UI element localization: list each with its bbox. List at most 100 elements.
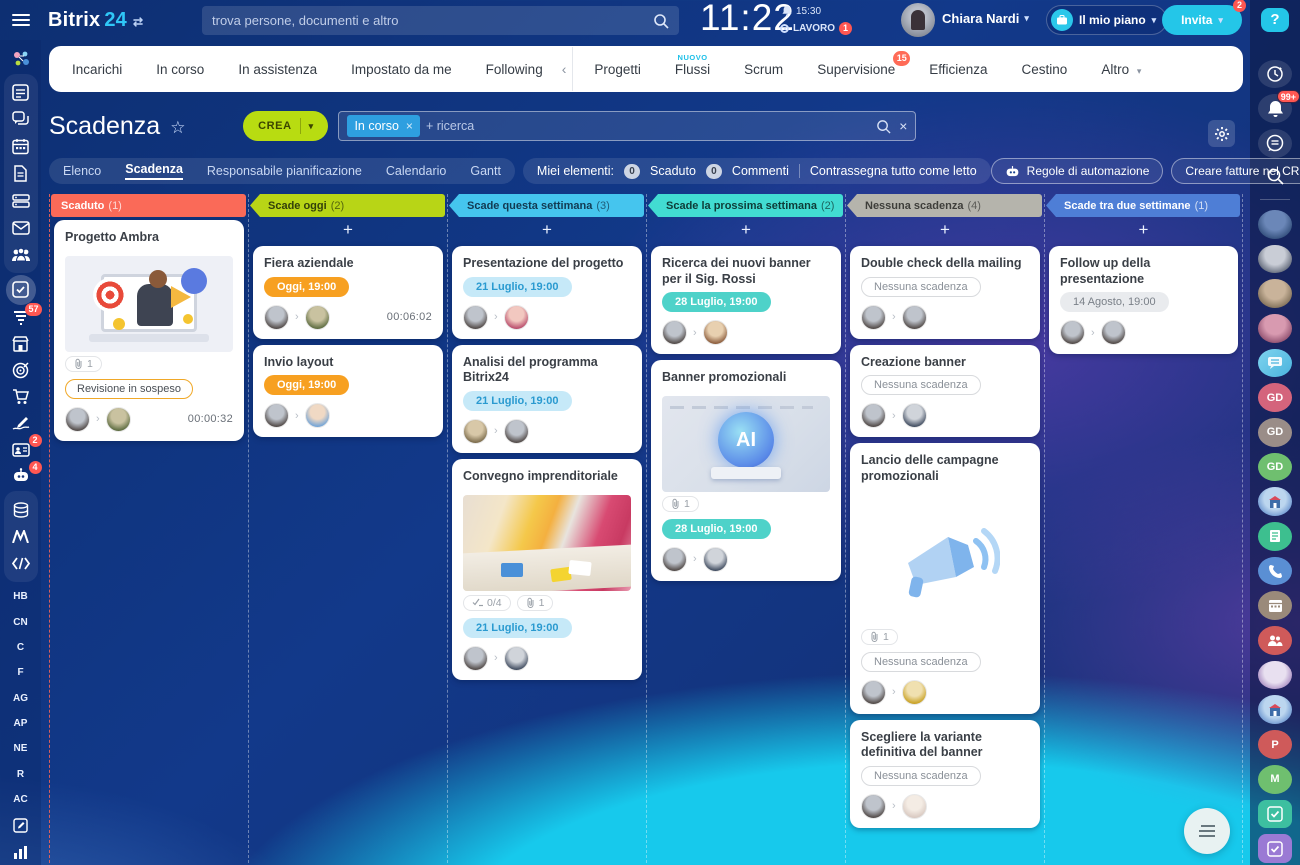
creator-avatar[interactable]: [463, 305, 488, 330]
task-card[interactable]: Convegno imprenditoriale 0/4 1: [452, 459, 642, 680]
tab-efficienza[interactable]: Efficienza: [912, 62, 1004, 77]
task-card[interactable]: Lancio delle campagne promozionali: [850, 443, 1040, 713]
sidebar-item-feed[interactable]: [6, 79, 36, 106]
chat-avatar[interactable]: GD: [1258, 453, 1292, 482]
assignee-avatar[interactable]: [902, 680, 927, 705]
tab-following[interactable]: Following: [469, 62, 560, 77]
view-tab-calendario[interactable]: Calendario: [386, 164, 446, 178]
assignee-avatar[interactable]: [106, 407, 131, 432]
overdue-label[interactable]: Scaduto: [650, 164, 696, 178]
sidebar-item-mail[interactable]: [6, 214, 36, 241]
sidebar-item-reports[interactable]: [6, 839, 36, 865]
sidebar-item-messenger[interactable]: [6, 106, 36, 133]
deadline-badge[interactable]: 14 Agosto, 19:00: [1060, 292, 1169, 312]
deadline-badge[interactable]: Nessuna scadenza: [861, 652, 981, 672]
deadline-badge[interactable]: 21 Luglio, 19:00: [463, 391, 572, 411]
assignee-avatar[interactable]: [504, 646, 529, 671]
menu-icon[interactable]: [12, 14, 30, 26]
create-button[interactable]: CREA ▾: [243, 111, 328, 141]
search-icon[interactable]: [876, 119, 891, 134]
assignee-avatar[interactable]: [504, 305, 529, 330]
chat-avatar-company[interactable]: [1258, 487, 1292, 516]
chat-avatar-company[interactable]: [1258, 695, 1292, 724]
creator-avatar[interactable]: [861, 403, 886, 428]
column-header[interactable]: Nessuna scadenza (4): [847, 194, 1042, 217]
sidebar-item-devops[interactable]: [6, 550, 36, 577]
column-header[interactable]: Scade la prossima settimana (2): [648, 194, 843, 217]
sidebar-item-market[interactable]: [6, 523, 36, 550]
sidebar-item-ac[interactable]: AC: [13, 787, 27, 812]
deadline-badge[interactable]: Nessuna scadenza: [861, 277, 981, 297]
assignee-avatar[interactable]: [703, 320, 728, 345]
chat-avatar[interactable]: GD: [1258, 383, 1292, 412]
chevron-left-icon[interactable]: ‹: [560, 61, 569, 77]
create-invoices-button[interactable]: Creare fatture nel CRM ▾: [1171, 158, 1300, 184]
chat-avatar-hr[interactable]: [1258, 626, 1292, 655]
column-header[interactable]: Scade questa settimana (3): [449, 194, 644, 217]
task-card[interactable]: Analisi del programma Bitrix24 21 Luglio…: [452, 345, 642, 453]
status-badge[interactable]: Revisione in sospeso: [65, 379, 193, 399]
clear-search-icon[interactable]: ×: [899, 118, 907, 134]
view-tab-gantt[interactable]: Gantt: [470, 164, 501, 178]
sidebar-item-notes[interactable]: [6, 812, 36, 838]
sidebar-item-shop[interactable]: [6, 331, 36, 357]
sidebar-item-drive[interactable]: [6, 187, 36, 214]
chat-avatar[interactable]: P: [1258, 730, 1292, 759]
chat-avatar[interactable]: GD: [1258, 418, 1292, 447]
tab-incarichi[interactable]: Incarichi: [55, 62, 139, 77]
chat-avatar-calendar[interactable]: [1258, 591, 1292, 620]
sidebar-item-copilot[interactable]: 4: [6, 463, 36, 489]
sidebar-item-groups[interactable]: [6, 241, 36, 268]
column-header[interactable]: Scaduto (1): [51, 194, 246, 217]
assignee-avatar[interactable]: [305, 305, 330, 330]
add-task-button[interactable]: +: [448, 217, 646, 243]
board-menu-button[interactable]: [1184, 808, 1230, 854]
creator-avatar[interactable]: [463, 646, 488, 671]
sidebar-item-cn[interactable]: CN: [13, 609, 27, 634]
chat-avatar[interactable]: [1258, 245, 1292, 274]
app-logo[interactable]: Bitrix24 ⇄: [48, 9, 143, 32]
deadline-badge[interactable]: Nessuna scadenza: [861, 375, 981, 395]
assignee-avatar[interactable]: [902, 403, 927, 428]
task-card[interactable]: Invio layout Oggi, 19:00 ›: [253, 345, 443, 438]
global-search-input[interactable]: [212, 13, 653, 28]
sidebar-item-ag[interactable]: AG: [13, 685, 28, 710]
deadline-badge[interactable]: 21 Luglio, 19:00: [463, 618, 572, 638]
tab-impostato-da-me[interactable]: Impostato da me: [334, 62, 469, 77]
chat-button[interactable]: [1258, 129, 1292, 158]
sidebar-item-f[interactable]: F: [17, 660, 23, 685]
deadline-badge[interactable]: 21 Luglio, 19:00: [463, 277, 572, 297]
view-tab-elenco[interactable]: Elenco: [63, 164, 101, 178]
sidebar-item-contact-center[interactable]: 2: [6, 436, 36, 462]
view-tab-scadenza[interactable]: Scadenza: [125, 162, 183, 180]
tab-in-corso[interactable]: In corso: [139, 62, 221, 77]
task-card[interactable]: Creazione banner Nessuna scadenza ›: [850, 345, 1040, 438]
sidebar-item-hb[interactable]: HB: [13, 584, 27, 609]
creator-avatar[interactable]: [662, 547, 687, 572]
assignee-avatar[interactable]: [305, 403, 330, 428]
task-card[interactable]: Presentazione del progetto 21 Luglio, 19…: [452, 246, 642, 339]
assignee-avatar[interactable]: [902, 305, 927, 330]
comments-label[interactable]: Commenti: [732, 164, 789, 178]
task-card[interactable]: Progetto Ambra 1 Revisione in sospeso: [54, 220, 244, 441]
assignee-avatar[interactable]: [703, 547, 728, 572]
sidebar-item-calendar[interactable]: [6, 133, 36, 160]
settings-gear-icon[interactable]: [1208, 120, 1235, 147]
sidebar-item-collab[interactable]: [6, 46, 36, 72]
task-card[interactable]: Banner promozionali AI 1 28 Luglio, 19:0…: [651, 360, 841, 581]
creator-avatar[interactable]: [65, 407, 90, 432]
close-icon[interactable]: ×: [406, 119, 413, 133]
sidebar-item-sign[interactable]: [6, 410, 36, 436]
column-header[interactable]: Scade oggi (2): [250, 194, 445, 217]
view-tab-responsabile[interactable]: Responsabile pianificazione: [207, 164, 362, 178]
add-task-button[interactable]: +: [249, 217, 447, 243]
tab-scrum[interactable]: Scrum: [727, 62, 800, 77]
help-button[interactable]: ?: [1261, 8, 1289, 32]
sidebar-item-c[interactable]: C: [17, 635, 24, 660]
deadline-badge[interactable]: Oggi, 19:00: [264, 375, 349, 395]
task-card[interactable]: Scegliere la variante definitiva del ban…: [850, 720, 1040, 828]
notifications-button[interactable]: 99+: [1258, 94, 1292, 123]
add-task-button[interactable]: +: [1045, 217, 1242, 243]
tab-altro[interactable]: Altro ▾: [1084, 62, 1158, 77]
chat-avatar[interactable]: [1258, 210, 1292, 239]
